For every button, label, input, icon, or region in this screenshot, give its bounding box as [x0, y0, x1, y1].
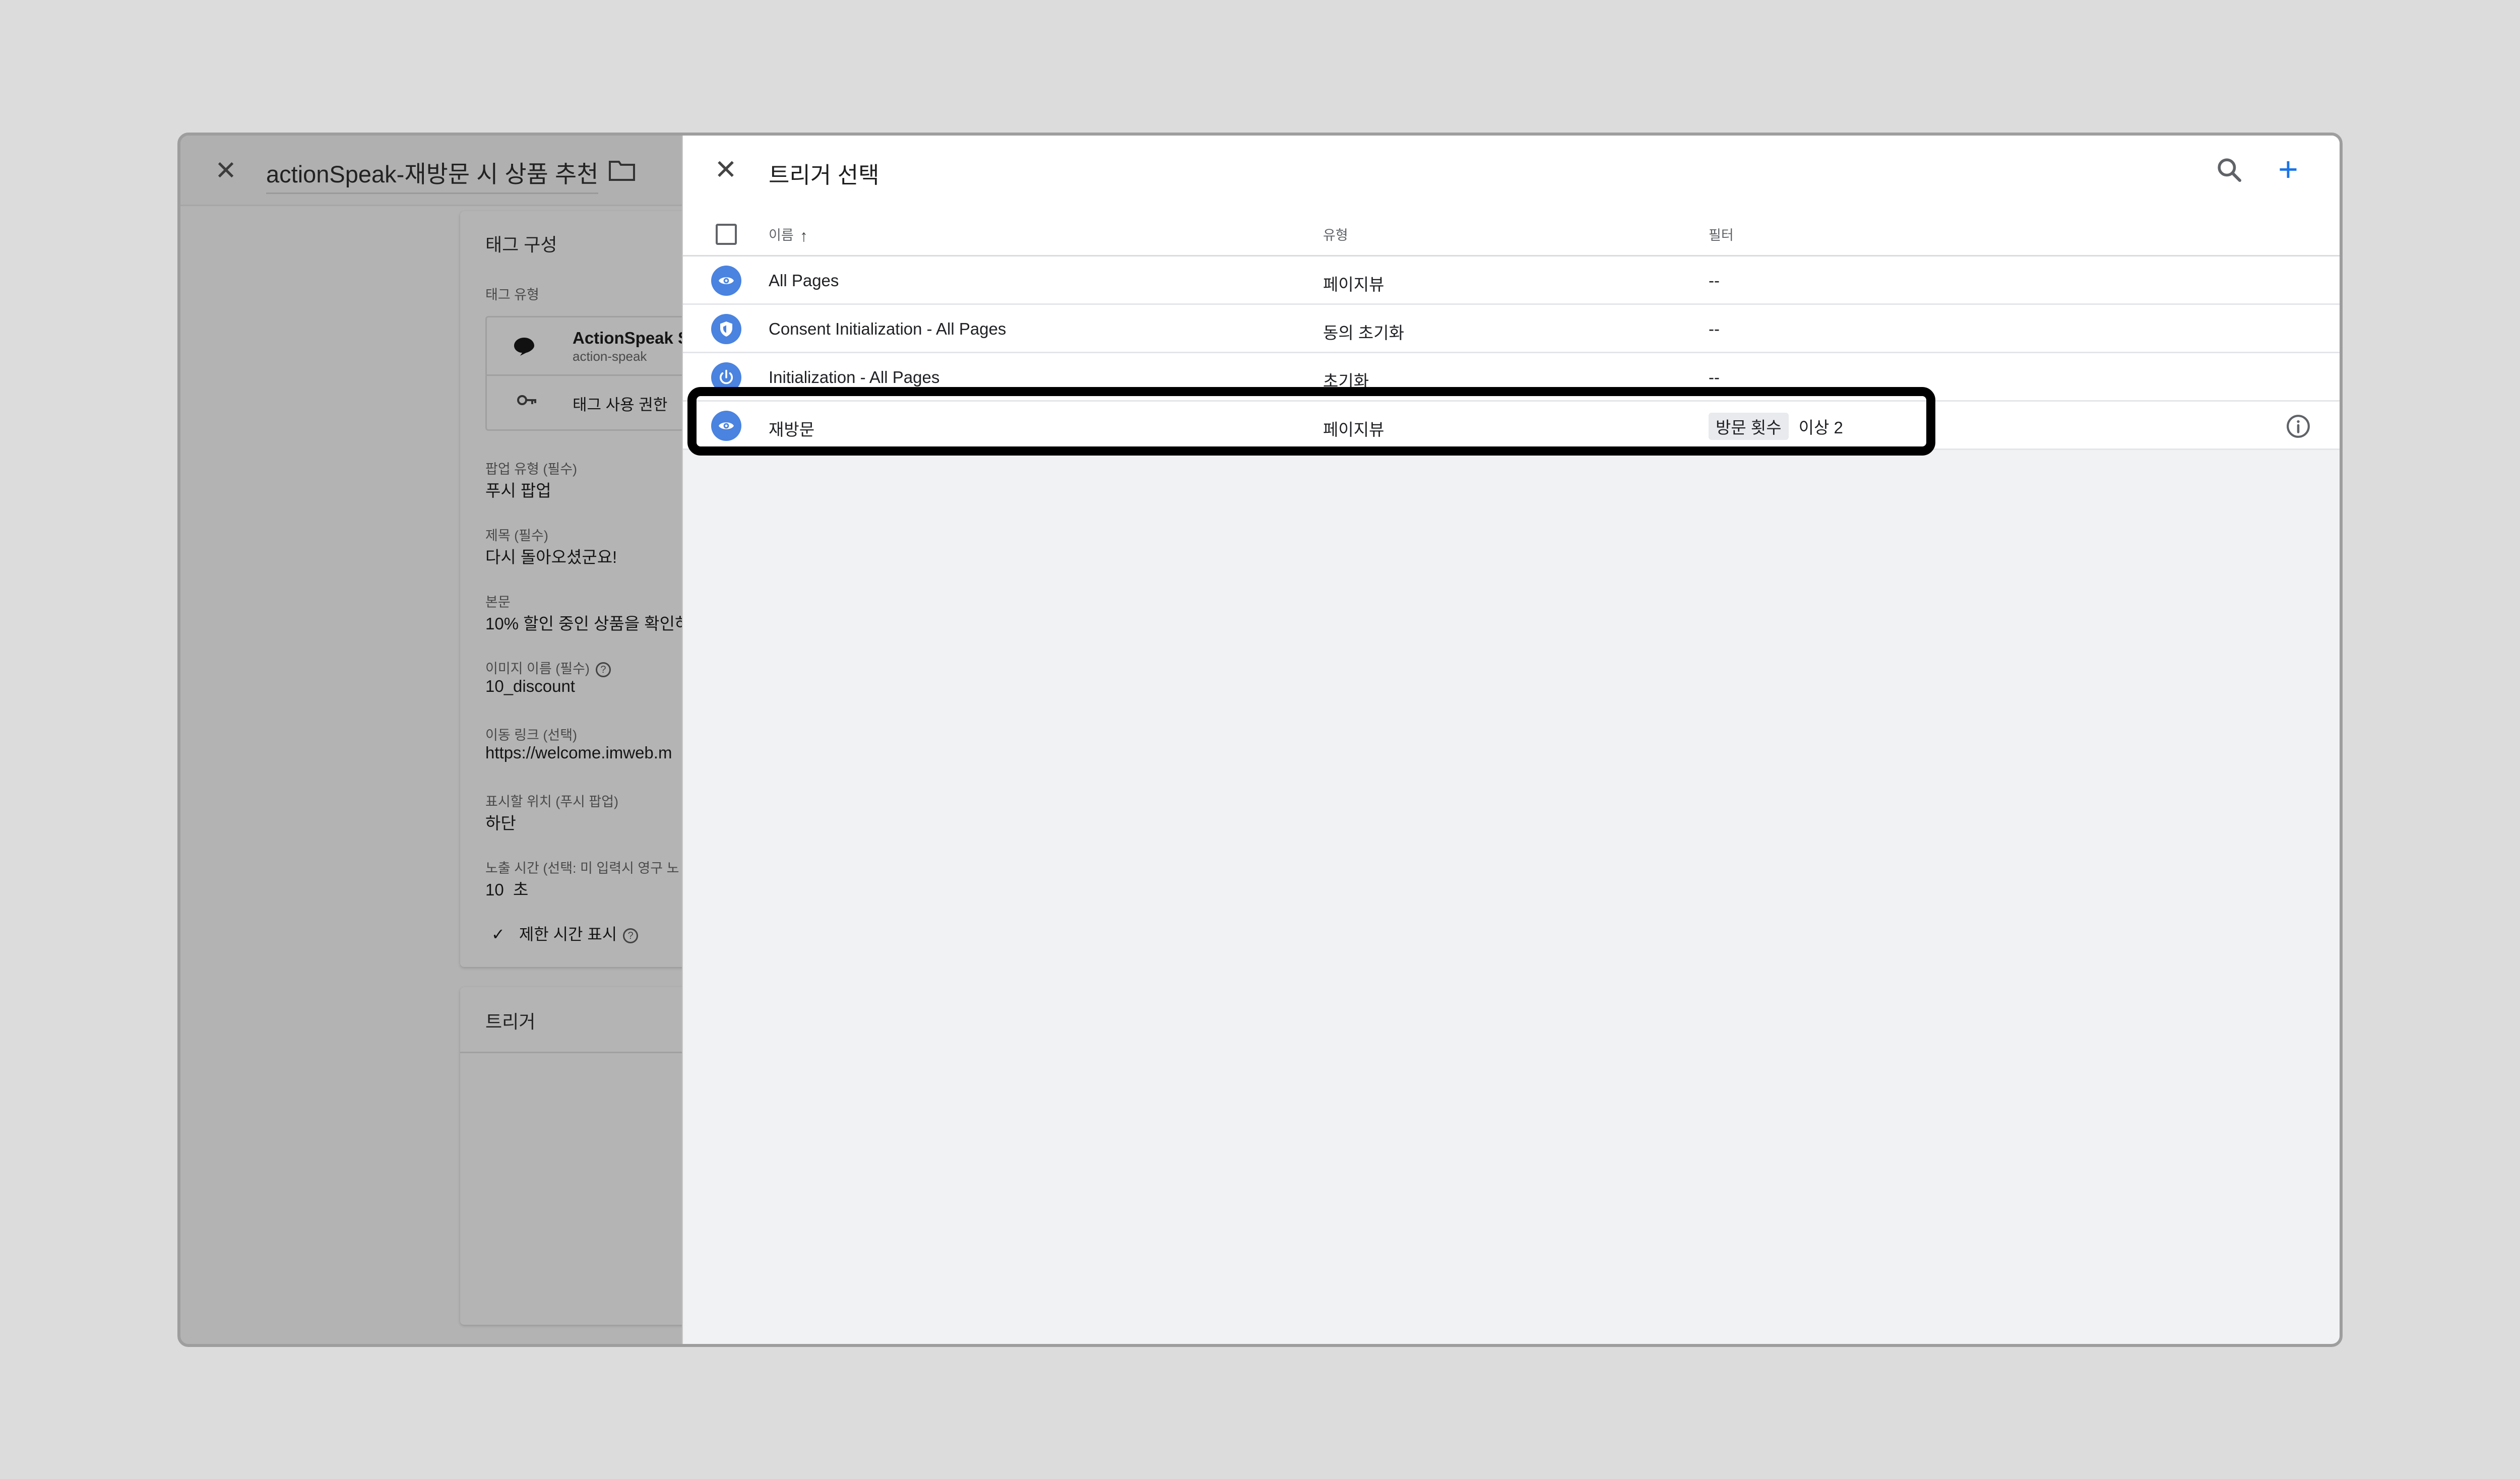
power-icon — [711, 362, 741, 393]
column-header-type: 유형 — [1323, 228, 1348, 243]
table-row[interactable]: Initialization - All Pages 초기화 -- — [683, 353, 2340, 402]
trigger-name: Consent Initialization - All Pages — [769, 319, 1006, 338]
field-value: 10 초 — [485, 880, 529, 899]
check-icon: ✓ — [491, 925, 505, 943]
divider — [460, 1052, 712, 1053]
panel-title: 트리거 선택 — [769, 162, 879, 188]
select-all-checkbox[interactable] — [716, 224, 737, 245]
field-label: 노출 시간 (선택: 미 입력시 영구 노 — [485, 861, 679, 876]
filter-value: 이상 2 — [1798, 418, 1843, 437]
help-icon[interactable]: ? — [595, 662, 611, 677]
trigger-type: 초기화 — [1323, 372, 1369, 391]
trigger-type: 동의 초기화 — [1323, 324, 1404, 342]
trigger-filter: 방문 횟수 이상 2 — [1709, 413, 1843, 440]
folder-icon[interactable] — [609, 159, 635, 181]
tag-name-input[interactable]: actionSpeak-재방문 시 상품 추천 — [266, 155, 599, 194]
field-label: 표시할 위치 (푸시 팝업) — [485, 794, 619, 809]
tag-type-name: ActionSpeak S — [573, 329, 689, 347]
table-header: 이름 ↑ 유형 필터 — [683, 206, 2340, 256]
trigger-name: Initialization - All Pages — [769, 368, 940, 387]
speech-bubble-icon — [514, 338, 534, 356]
tag-editor-header: ✕ actionSpeak-재방문 시 상품 추천 — [180, 136, 684, 206]
tag-type-id: action-speak — [573, 349, 647, 364]
key-icon — [517, 395, 536, 405]
help-icon[interactable]: ? — [623, 928, 639, 943]
trigger-name: 재방문 — [769, 420, 815, 439]
close-icon[interactable]: ✕ — [711, 155, 741, 185]
field-value: 하단 — [485, 814, 516, 832]
sort-up-arrow-icon: ↑ — [799, 227, 808, 245]
trigger-name: All Pages — [769, 271, 839, 290]
table-row[interactable]: All Pages 페이지뷰 -- — [683, 256, 2340, 305]
info-icon[interactable] — [2286, 414, 2311, 439]
field-value: https://welcome.imweb.m — [485, 743, 672, 762]
trigger-filter: -- — [1709, 319, 1720, 338]
tag-type-label: 태그 유형 — [485, 287, 539, 302]
panel-header: ✕ 트리거 선택 + — [683, 136, 2340, 206]
trigger-section-title: 트리거 — [485, 1011, 536, 1032]
trigger-picker-panel: ✕ 트리거 선택 + 이름↑ 유형 필터 All Pages 페이지뷰 -- — [682, 136, 2340, 1344]
field-label: 제목 (필수) — [485, 528, 548, 543]
trigger-card[interactable]: 트리거 — [460, 987, 712, 1325]
trigger-filter: -- — [1709, 368, 1720, 387]
field-label: 본문 — [485, 595, 511, 610]
filter-chip: 방문 횟수 — [1709, 413, 1789, 440]
field-label: 팝업 유형 (필수) — [485, 462, 578, 477]
column-header-name[interactable]: 이름 ↑ — [769, 224, 808, 245]
trigger-type: 페이지뷰 — [1323, 275, 1384, 294]
field-value: 푸시 팝업 — [485, 481, 551, 500]
add-trigger-button[interactable]: + — [2271, 152, 2306, 187]
eye-icon — [711, 411, 741, 441]
trigger-type: 페이지뷰 — [1323, 420, 1384, 439]
field-label: 이동 링크 (선택) — [485, 728, 578, 743]
trigger-filter: -- — [1709, 271, 1720, 290]
close-icon[interactable]: ✕ — [211, 156, 241, 186]
search-icon[interactable] — [2215, 156, 2243, 184]
field-value: 10% 할인 중인 상품을 확인하 — [485, 614, 690, 633]
table-row[interactable]: Consent Initialization - All Pages 동의 초기… — [683, 305, 2340, 353]
column-header-filter: 필터 — [1709, 228, 1734, 243]
field-label: 이미지 이름 (필수)? — [485, 658, 611, 677]
permission-label: 태그 사용 권한 — [573, 396, 668, 414]
field-value: 10_discount — [485, 677, 575, 695]
shield-icon — [711, 314, 741, 344]
field-value: 다시 돌아오셨군요! — [485, 548, 617, 566]
limit-time-checkbox[interactable]: ✓ 제한 시간 표시? — [491, 922, 639, 945]
table-row[interactable]: 재방문 페이지뷰 방문 횟수 이상 2 — [683, 402, 2340, 450]
app-window: ✕ actionSpeak-재방문 시 상품 추천 태그 구성 태그 유형 Ac… — [177, 133, 2343, 1347]
section-title: 태그 구성 — [485, 234, 557, 255]
tag-config-card: 태그 구성 태그 유형 ActionSpeak S action-speak 태… — [460, 211, 727, 967]
eye-icon — [711, 266, 741, 296]
